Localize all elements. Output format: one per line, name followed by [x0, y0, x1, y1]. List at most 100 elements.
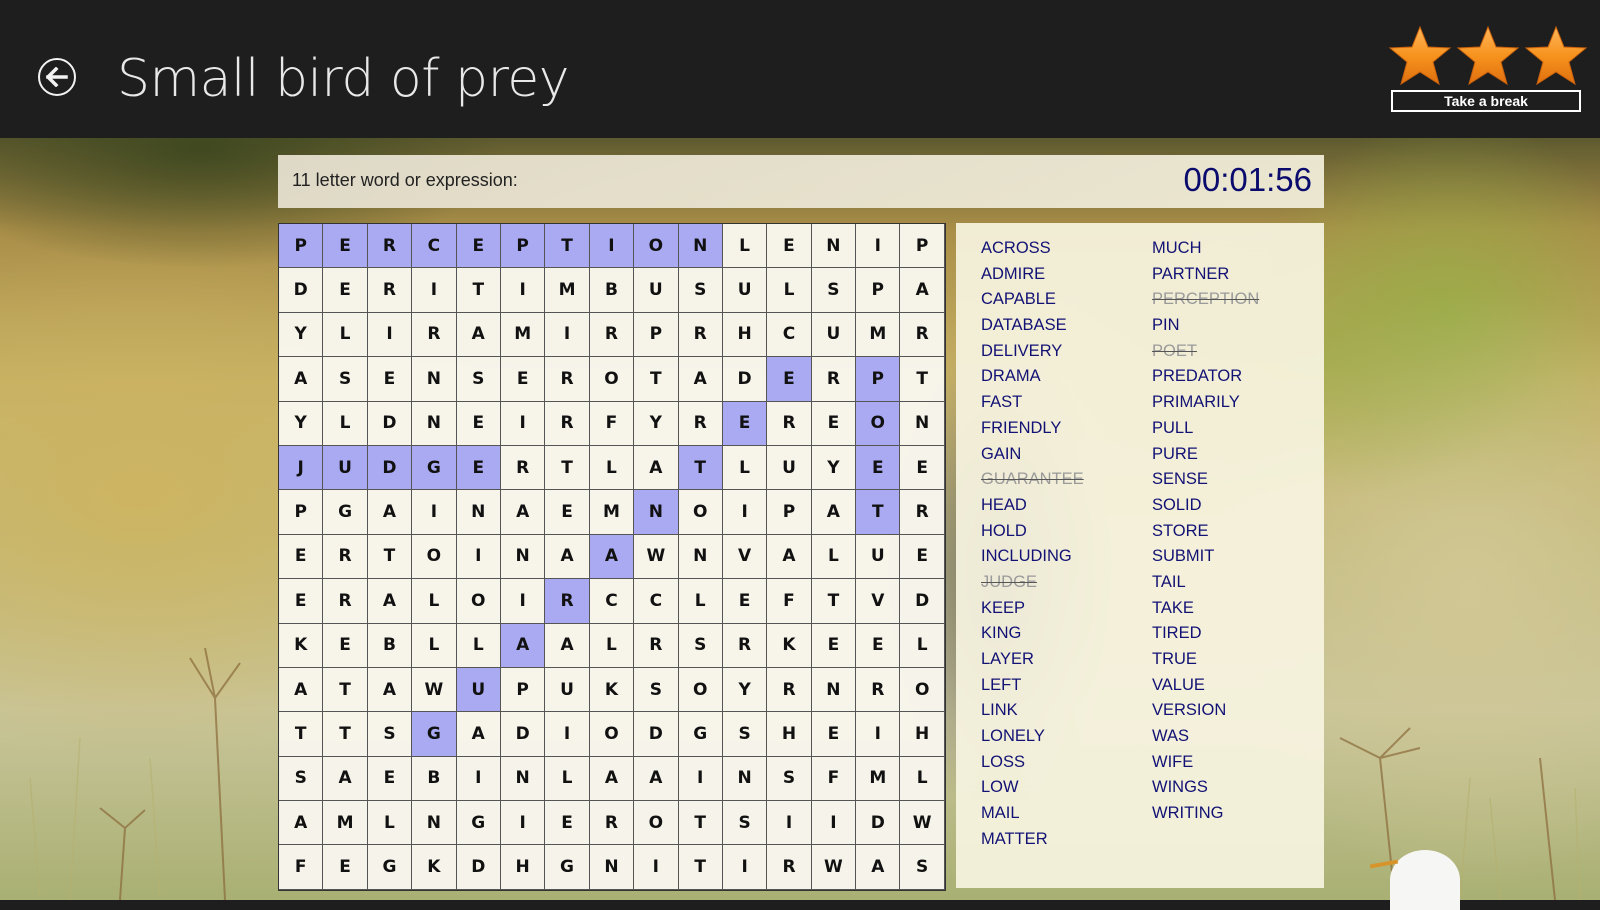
grid-cell[interactable]: I: [412, 490, 457, 535]
grid-cell[interactable]: D: [634, 712, 679, 757]
grid-cell[interactable]: K: [767, 623, 812, 668]
grid-cell[interactable]: M: [323, 801, 368, 846]
grid-cell[interactable]: M: [856, 756, 901, 802]
grid-cell[interactable]: P: [279, 490, 324, 535]
grid-cell[interactable]: U: [856, 534, 901, 580]
grid-cell[interactable]: Y: [279, 401, 324, 446]
grid-cell[interactable]: A: [589, 756, 635, 802]
grid-cell[interactable]: F: [589, 401, 635, 446]
grid-cell[interactable]: G: [456, 801, 501, 846]
grid-cell[interactable]: L: [412, 579, 457, 624]
grid-cell[interactable]: I: [678, 756, 723, 802]
grid-cell[interactable]: C: [634, 579, 679, 624]
grid-cell[interactable]: H: [500, 845, 546, 890]
grid-cell[interactable]: E: [900, 534, 945, 580]
grid-cell[interactable]: E: [722, 401, 768, 446]
grid-cell[interactable]: L: [900, 623, 945, 668]
grid-cell[interactable]: I: [545, 712, 590, 757]
grid-cell[interactable]: A: [500, 490, 546, 535]
grid-cell[interactable]: E: [767, 224, 812, 269]
grid-cell[interactable]: S: [634, 667, 679, 713]
grid-cell[interactable]: P: [500, 224, 546, 269]
grid-cell[interactable]: F: [767, 579, 812, 624]
grid-cell[interactable]: L: [367, 801, 413, 846]
grid-cell[interactable]: E: [500, 357, 546, 402]
grid-cell[interactable]: Y: [279, 312, 324, 358]
grid-cell[interactable]: I: [722, 845, 768, 890]
grid-cell[interactable]: T: [323, 667, 368, 713]
grid-cell[interactable]: A: [811, 490, 857, 535]
grid-cell[interactable]: O: [678, 667, 723, 713]
grid-cell[interactable]: R: [767, 401, 812, 446]
grid-cell[interactable]: N: [589, 845, 635, 890]
grid-cell[interactable]: G: [367, 845, 413, 890]
grid-cell[interactable]: L: [323, 401, 368, 446]
grid-cell[interactable]: R: [900, 490, 945, 535]
grid-cell[interactable]: I: [767, 801, 812, 846]
grid-cell[interactable]: A: [279, 357, 324, 402]
grid-cell[interactable]: W: [412, 667, 457, 713]
grid-cell[interactable]: L: [456, 623, 501, 668]
grid-cell[interactable]: R: [545, 579, 590, 624]
grid-cell[interactable]: O: [589, 712, 635, 757]
grid-cell[interactable]: I: [856, 712, 901, 757]
grid-cell[interactable]: D: [279, 268, 324, 313]
grid-cell[interactable]: U: [767, 445, 812, 491]
grid-cell[interactable]: S: [279, 756, 324, 802]
grid-cell[interactable]: S: [456, 357, 501, 402]
grid-cell[interactable]: A: [545, 534, 590, 580]
grid-cell[interactable]: L: [323, 312, 368, 358]
grid-cell[interactable]: S: [678, 268, 723, 313]
grid-cell[interactable]: T: [634, 357, 679, 402]
grid-cell[interactable]: S: [722, 712, 768, 757]
grid-cell[interactable]: D: [367, 445, 413, 491]
back-button[interactable]: [38, 58, 76, 96]
grid-cell[interactable]: A: [367, 667, 413, 713]
grid-cell[interactable]: R: [545, 401, 590, 446]
grid-cell[interactable]: R: [722, 623, 768, 668]
grid-cell[interactable]: P: [279, 224, 324, 269]
grid-cell[interactable]: R: [589, 801, 635, 846]
grid-cell[interactable]: A: [456, 312, 501, 358]
grid-cell[interactable]: G: [412, 712, 457, 757]
grid-cell[interactable]: I: [456, 534, 501, 580]
grid-cell[interactable]: W: [900, 801, 945, 846]
grid-cell[interactable]: A: [589, 534, 635, 580]
grid-cell[interactable]: E: [856, 623, 901, 668]
grid-cell[interactable]: R: [678, 401, 723, 446]
grid-cell[interactable]: E: [811, 401, 857, 446]
grid-cell[interactable]: G: [678, 712, 723, 757]
grid-cell[interactable]: P: [767, 490, 812, 535]
grid-cell[interactable]: T: [456, 268, 501, 313]
grid-cell[interactable]: U: [722, 268, 768, 313]
grid-cell[interactable]: E: [367, 357, 413, 402]
grid-cell[interactable]: O: [856, 401, 901, 446]
grid-cell[interactable]: O: [678, 490, 723, 535]
grid-cell[interactable]: L: [767, 268, 812, 313]
grid-cell[interactable]: S: [678, 623, 723, 668]
grid-cell[interactable]: L: [678, 579, 723, 624]
grid-cell[interactable]: D: [900, 579, 945, 624]
grid-cell[interactable]: A: [500, 623, 546, 668]
grid-cell[interactable]: A: [367, 579, 413, 624]
grid-cell[interactable]: L: [811, 534, 857, 580]
grid-cell[interactable]: N: [678, 534, 723, 580]
grid-cell[interactable]: U: [456, 667, 501, 713]
grid-cell[interactable]: E: [279, 579, 324, 624]
grid-cell[interactable]: T: [279, 712, 324, 757]
grid-cell[interactable]: R: [367, 268, 413, 313]
grid-cell[interactable]: S: [767, 756, 812, 802]
grid-cell[interactable]: P: [500, 667, 546, 713]
grid-cell[interactable]: O: [634, 224, 679, 269]
grid-cell[interactable]: C: [412, 224, 457, 269]
grid-cell[interactable]: T: [323, 712, 368, 757]
grid-cell[interactable]: N: [412, 357, 457, 402]
grid-cell[interactable]: V: [722, 534, 768, 580]
grid-cell[interactable]: C: [589, 579, 635, 624]
grid-cell[interactable]: B: [412, 756, 457, 802]
grid-cell[interactable]: P: [634, 312, 679, 358]
grid-cell[interactable]: N: [634, 490, 679, 535]
grid-cell[interactable]: H: [900, 712, 945, 757]
grid-cell[interactable]: A: [545, 623, 590, 668]
grid-cell[interactable]: I: [856, 224, 901, 269]
